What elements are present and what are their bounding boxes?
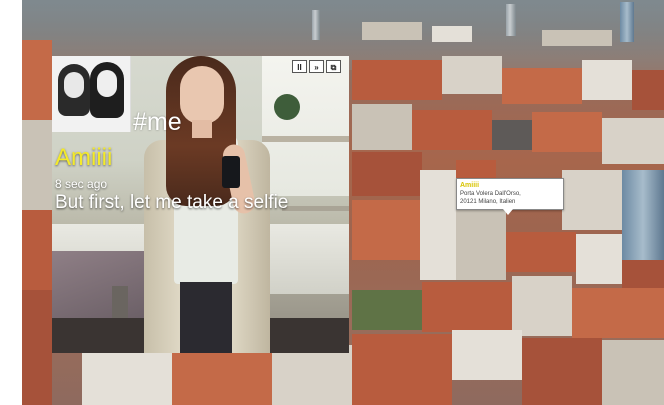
building — [562, 170, 622, 230]
skyline-tower — [620, 2, 634, 42]
post-username[interactable]: Amiiii — [55, 144, 112, 172]
rooftop — [412, 110, 492, 150]
rooftop — [22, 290, 52, 405]
map-pin-tooltip[interactable]: Amiiii Porta Volera Dall'Orso, 20121 Mil… — [456, 178, 564, 215]
neck — [192, 120, 212, 138]
pause-icon[interactable]: II — [292, 60, 307, 73]
face — [64, 72, 84, 98]
building — [432, 26, 472, 42]
building — [602, 118, 664, 164]
building — [22, 120, 52, 210]
phone — [222, 156, 240, 188]
rooftop — [502, 68, 582, 104]
rooftop — [22, 40, 52, 120]
rooftop — [532, 112, 602, 152]
rooftop — [352, 334, 452, 405]
building — [512, 276, 572, 336]
building — [622, 170, 664, 260]
skyline-tower — [312, 10, 320, 40]
building — [420, 170, 456, 280]
skip-icon[interactable]: » — [309, 60, 324, 73]
building — [576, 234, 622, 284]
building — [452, 330, 522, 380]
rooftop — [572, 288, 664, 338]
skyline-tower — [506, 4, 516, 36]
building — [582, 60, 632, 100]
rooftop — [172, 350, 272, 405]
park — [352, 290, 422, 330]
tooltip-address-line1: Porta Volera Dall'Orso, — [460, 191, 521, 197]
rooftop — [352, 60, 442, 100]
face — [97, 70, 117, 97]
post-hashtag[interactable]: #me — [133, 108, 182, 137]
post-caption: But first, let me take a selfie — [55, 192, 289, 213]
tooltip-address-line2: 20121 Milano, Italien — [460, 199, 516, 205]
building — [602, 340, 664, 405]
rooftop — [422, 282, 512, 332]
building — [542, 30, 612, 46]
building — [456, 210, 506, 280]
post-timestamp: 8 sec ago — [55, 177, 108, 191]
tooltip-name: Amiiii — [460, 182, 480, 189]
rooftop — [352, 152, 422, 196]
building — [352, 104, 412, 150]
playback-controls: II » ⧉ — [292, 60, 341, 73]
rooftop — [522, 338, 602, 405]
rooftop — [632, 70, 664, 110]
background-shelf — [282, 206, 349, 211]
building — [272, 345, 352, 405]
rooftop — [22, 210, 52, 290]
courtyard — [492, 120, 532, 150]
rooftop — [506, 232, 576, 272]
profile-thumbnail[interactable] — [52, 56, 131, 132]
building — [442, 56, 502, 94]
jeans — [180, 282, 232, 353]
face — [180, 66, 224, 124]
rooftop — [352, 200, 420, 260]
building — [362, 22, 422, 40]
open-external-icon[interactable]: ⧉ — [326, 60, 341, 73]
